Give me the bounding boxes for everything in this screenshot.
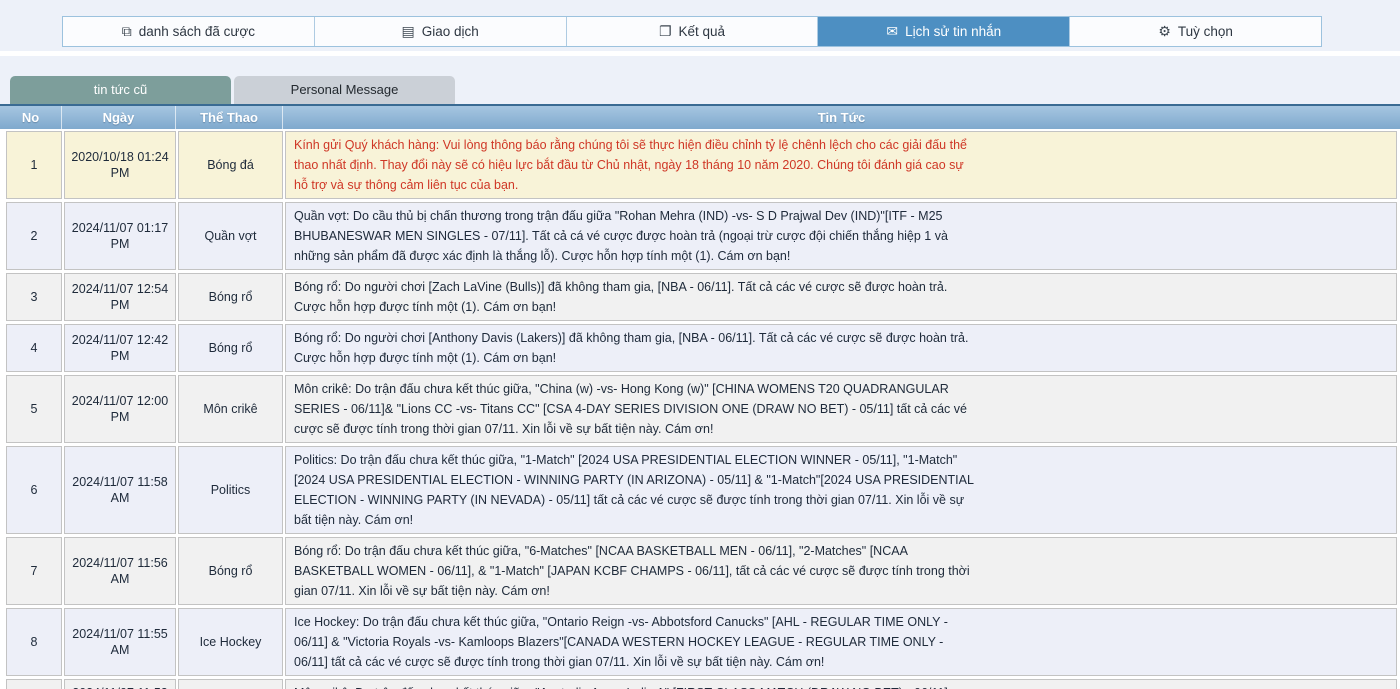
top-nav: ⧉ danh sách đã cược ▤ Giao dịch ❐ Kết qu… [62, 16, 1322, 47]
subtab-0[interactable]: tin tức cũ [10, 76, 231, 104]
row-number-cell: 5 [6, 375, 62, 443]
row-date-cell: 2024/11/07 11:58AM [64, 446, 176, 534]
top-nav-tab-4[interactable]: ⚙ Tuỳ chọn [1070, 17, 1321, 46]
table-row: 8 2024/11/07 11:55AM Ice Hockey Ice Hock… [6, 608, 1397, 676]
row-message-cell: Bóng rổ: Do người chơi [Anthony Davis (L… [285, 324, 1397, 372]
row-number-cell: 6 [6, 446, 62, 534]
table-row: 5 2024/11/07 12:00PM Môn crikê Môn crikê… [6, 375, 1397, 443]
transactions-list-icon: ▤ [402, 23, 415, 40]
table-header: No Ngày Thể Thao Tin Tức [0, 104, 1400, 129]
row-message-cell: Bóng rổ: Do trận đấu chưa kết thúc giữa,… [285, 537, 1397, 605]
subtab-label: Personal Message [291, 82, 399, 97]
gear-icon: ⚙ [1158, 23, 1171, 40]
table-row: 3 2024/11/07 12:54PM Bóng rổ Bóng rổ: Do… [6, 273, 1397, 321]
row-message-cell: Ice Hockey: Do trận đấu chưa kết thúc gi… [285, 608, 1397, 676]
top-nav-tab-1[interactable]: ▤ Giao dịch [315, 17, 567, 46]
column-header-date: Ngày [62, 106, 176, 129]
table-row: 6 2024/11/07 11:58AM Politics Politics: … [6, 446, 1397, 534]
row-message-cell: Bóng rổ: Do người chơi [Zach LaVine (Bul… [285, 273, 1397, 321]
row-sport-cell: Bóng rổ [178, 537, 283, 605]
row-message-cell: Kính gửi Quý khách hàng: Vui lòng thông … [285, 131, 1397, 199]
row-date-cell: 2024/11/07 11:52 [64, 679, 176, 689]
top-nav-tab-label: danh sách đã cược [139, 24, 255, 39]
row-sport-cell: Bóng rổ [178, 273, 283, 321]
row-number-cell: 3 [6, 273, 62, 321]
subtab-1[interactable]: Personal Message [234, 76, 455, 104]
row-date-cell: 2024/11/07 11:55AM [64, 608, 176, 676]
top-nav-tab-0[interactable]: ⧉ danh sách đã cược [63, 17, 315, 46]
row-date-cell: 2024/11/07 12:42PM [64, 324, 176, 372]
table-row: 1 2020/10/18 01:24PM Bóng đá Kính gửi Qu… [6, 131, 1397, 199]
column-header-no: No [0, 106, 62, 129]
top-nav-tab-label: Kết quả [679, 24, 726, 39]
message-table: 1 2020/10/18 01:24PM Bóng đá Kính gửi Qu… [0, 129, 1400, 689]
row-sport-cell: Quần vợt [178, 202, 283, 270]
top-nav-tab-3[interactable]: ✉ Lịch sử tin nhắn [818, 17, 1070, 46]
divider [0, 51, 1400, 56]
row-date-cell: 2024/11/07 12:00PM [64, 375, 176, 443]
row-date-cell: 2020/10/18 01:24PM [64, 131, 176, 199]
message-subtabs: tin tức cũ Personal Message [10, 76, 1400, 104]
table-row: 7 2024/11/07 11:56AM Bóng rổ Bóng rổ: Do… [6, 537, 1397, 605]
results-windows-icon: ❐ [659, 23, 672, 40]
table-row: 2 2024/11/07 01:17PM Quần vợt Quần vợt: … [6, 202, 1397, 270]
table-row: 4 2024/11/07 12:42PM Bóng rổ Bóng rổ: Do… [6, 324, 1397, 372]
row-date-cell: 2024/11/07 11:56AM [64, 537, 176, 605]
top-nav-tab-label: Tuỳ chọn [1178, 24, 1233, 39]
subtab-label: tin tức cũ [94, 82, 148, 97]
top-nav-tab-2[interactable]: ❐ Kết quả [567, 17, 819, 46]
row-number-cell [6, 679, 62, 689]
row-number-cell: 8 [6, 608, 62, 676]
row-sport-cell: Politics [178, 446, 283, 534]
top-nav-tab-label: Lịch sử tin nhắn [905, 24, 1001, 39]
row-number-cell: 7 [6, 537, 62, 605]
top-nav-tab-label: Giao dịch [422, 24, 479, 39]
row-sport-cell: Môn crikê [178, 375, 283, 443]
envelope-icon: ✉ [886, 23, 898, 40]
row-number-cell: 1 [6, 131, 62, 199]
row-message-cell: Môn crikê: Do trận đấu chưa kết thúc giữ… [285, 375, 1397, 443]
row-sport-cell: Bóng đá [178, 131, 283, 199]
message-table-body: 1 2020/10/18 01:24PM Bóng đá Kính gửi Qu… [6, 131, 1397, 689]
row-message-cell: Môn crikê: Do trận đấu chưa kết thúc giữ… [285, 679, 1397, 689]
row-sport-cell: Ice Hockey [178, 608, 283, 676]
row-date-cell: 2024/11/07 01:17PM [64, 202, 176, 270]
row-number-cell: 2 [6, 202, 62, 270]
column-header-sport: Thể Thao [176, 106, 283, 129]
row-message-cell: Quần vợt: Do cầu thủ bị chấn thương tron… [285, 202, 1397, 270]
row-sport-cell [178, 679, 283, 689]
column-header-news: Tin Tức [283, 110, 1400, 125]
table-row: 2024/11/07 11:52 Môn crikê: Do trận đấu … [6, 679, 1397, 689]
row-date-cell: 2024/11/07 12:54PM [64, 273, 176, 321]
row-number-cell: 4 [6, 324, 62, 372]
row-message-cell: Politics: Do trận đấu chưa kết thúc giữa… [285, 446, 1397, 534]
copy-pages-icon: ⧉ [122, 23, 132, 40]
row-sport-cell: Bóng rổ [178, 324, 283, 372]
